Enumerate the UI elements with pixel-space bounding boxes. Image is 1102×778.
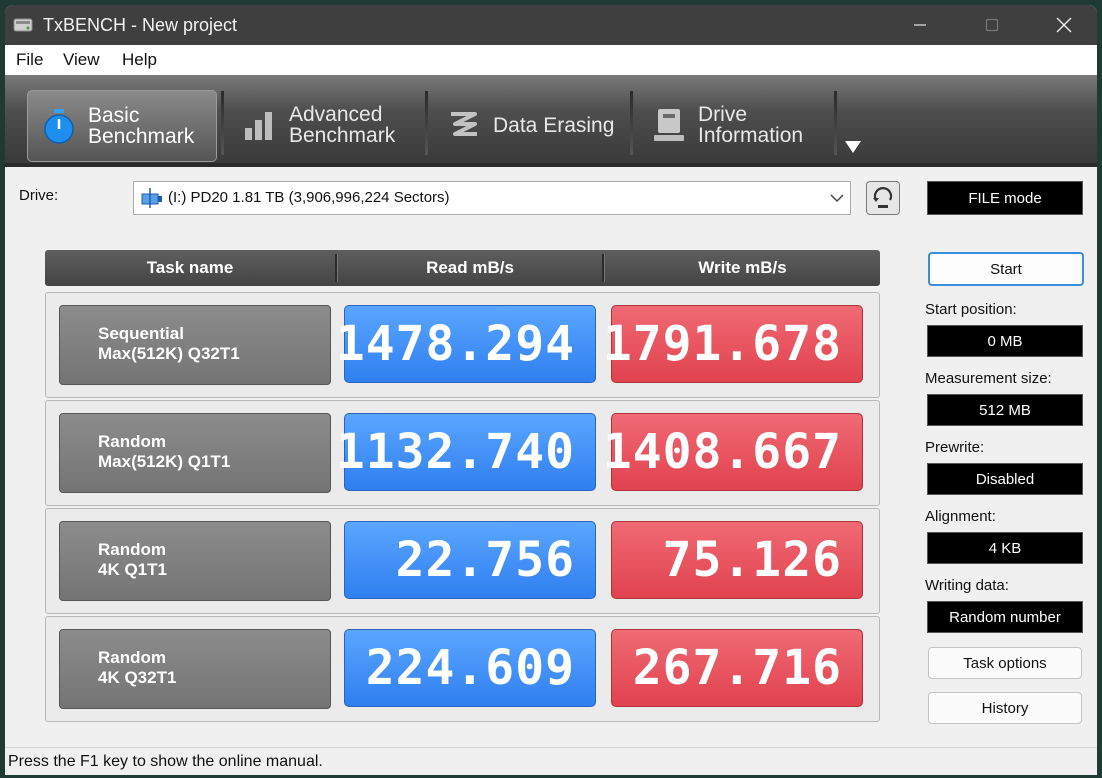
- close-button[interactable]: [1029, 5, 1097, 45]
- tab-data-erasing-label: Data Erasing: [493, 113, 615, 137]
- result-row-random-4k-q32t1: Random 4K Q32T1 224.609 267.716: [45, 616, 880, 722]
- title-bar: TxBENCH - New project: [5, 5, 1097, 45]
- read-value: 1132.740: [336, 413, 596, 491]
- task-name-line2: 4K Q32T1: [98, 668, 177, 687]
- status-text: Press the F1 key to show the online manu…: [8, 753, 323, 770]
- write-value: 267.716: [611, 629, 863, 707]
- refresh-icon: [873, 187, 893, 208]
- task-name-line1: Random: [98, 648, 166, 667]
- task-name-line2: Max(512K) Q32T1: [98, 344, 240, 363]
- chevron-down-icon: [830, 194, 844, 202]
- header-write: Write mB/s: [698, 258, 787, 277]
- tab-drive-information[interactable]: Drive Information: [638, 90, 834, 160]
- write-value: 1791.678: [603, 305, 863, 383]
- minimize-button[interactable]: [885, 5, 955, 45]
- window-title: TxBENCH - New project: [43, 15, 238, 35]
- tab-basic-benchmark[interactable]: Basic Benchmark: [27, 90, 217, 162]
- erase-icon: [451, 112, 477, 136]
- measurement-size-value[interactable]: 512 MB: [927, 394, 1083, 426]
- minimize-icon: [914, 24, 926, 26]
- task-name-line2: 4K Q1T1: [98, 560, 167, 579]
- alignment-value[interactable]: 4 KB: [927, 532, 1083, 564]
- header-task-name: Task name: [146, 258, 234, 277]
- writing-data-value[interactable]: Random number: [927, 601, 1083, 633]
- task-name-line1: Sequential: [98, 324, 184, 343]
- alignment-label: Alignment:: [925, 508, 996, 525]
- dropdown-arrow-icon[interactable]: [843, 139, 863, 155]
- bar-chart-icon: [245, 112, 272, 140]
- start-button[interactable]: Start: [928, 252, 1084, 286]
- tab-drive-information-label: Drive Information: [698, 103, 804, 147]
- start-position-value[interactable]: 0 MB: [927, 325, 1083, 357]
- start-position-label: Start position:: [925, 301, 1017, 318]
- result-row-random-4k-q1t1: Random 4K Q1T1 22.756 75.126: [45, 508, 880, 614]
- task-name-line1: Random: [98, 432, 166, 451]
- tab-basic-benchmark-label: Basic Benchmark: [88, 104, 195, 148]
- maximize-button[interactable]: [957, 5, 1027, 45]
- menu-view[interactable]: View: [63, 50, 100, 70]
- write-value: 1408.667: [603, 413, 863, 491]
- drive-icon: [141, 188, 162, 208]
- result-row-random-512k-q1t1: Random Max(512K) Q1T1 1132.740 1408.667: [45, 400, 880, 506]
- history-button[interactable]: History: [928, 692, 1082, 724]
- tab-advanced-benchmark-label: Advanced Benchmark: [289, 103, 396, 147]
- task-button[interactable]: Random 4K Q1T1: [59, 521, 331, 601]
- read-value: 224.609: [344, 629, 596, 707]
- tab-data-erasing[interactable]: Data Erasing: [433, 90, 633, 160]
- results-table-header: Task name Read mB/s Write mB/s: [45, 250, 880, 286]
- prewrite-label: Prewrite:: [925, 439, 985, 456]
- tab-advanced-benchmark[interactable]: Advanced Benchmark: [229, 90, 429, 160]
- maximize-icon: [985, 18, 999, 32]
- toolbar-separator: [834, 91, 837, 155]
- measurement-size-label: Measurement size:: [925, 370, 1052, 387]
- menu-bar: File View Help: [5, 45, 1097, 75]
- toolbar-separator: [221, 91, 224, 155]
- drive-label: Drive:: [19, 187, 59, 204]
- header-read: Read mB/s: [426, 258, 514, 277]
- mode-indicator: FILE mode: [927, 181, 1083, 215]
- drive-app-icon: [13, 18, 33, 32]
- menu-file[interactable]: File: [16, 50, 43, 70]
- status-bar: Press the F1 key to show the online manu…: [5, 747, 1097, 775]
- task-button[interactable]: Random 4K Q32T1: [59, 629, 331, 709]
- drive-select[interactable]: (I:) PD20 1.81 TB (3,906,996,224 Sectors…: [133, 181, 851, 215]
- toolbar-divider: [5, 163, 1097, 167]
- menu-help[interactable]: Help: [122, 50, 157, 70]
- task-button[interactable]: Random Max(512K) Q1T1: [59, 413, 331, 493]
- task-options-button[interactable]: Task options: [928, 647, 1082, 679]
- prewrite-value[interactable]: Disabled: [927, 463, 1083, 495]
- toolbar-separator: [630, 91, 633, 155]
- toolbar-separator: [425, 91, 428, 155]
- read-value: 1478.294: [336, 305, 596, 383]
- close-icon: [1056, 17, 1072, 33]
- task-name-line2: Max(512K) Q1T1: [98, 452, 231, 471]
- drive-info-icon: [654, 109, 684, 141]
- read-value: 22.756: [344, 521, 596, 599]
- stopwatch-icon: [44, 109, 74, 144]
- result-row-sequential-q32t1: Sequential Max(512K) Q32T1 1478.294 1791…: [45, 292, 880, 398]
- write-value: 75.126: [611, 521, 863, 599]
- task-name-line1: Random: [98, 540, 166, 559]
- app-window: TxBENCH - New project File View Help Bas…: [5, 5, 1097, 775]
- writing-data-label: Writing data:: [925, 577, 1009, 594]
- drive-select-value: (I:) PD20 1.81 TB (3,906,996,224 Sectors…: [168, 189, 450, 206]
- refresh-button[interactable]: [866, 181, 900, 215]
- task-button[interactable]: Sequential Max(512K) Q32T1: [59, 305, 331, 385]
